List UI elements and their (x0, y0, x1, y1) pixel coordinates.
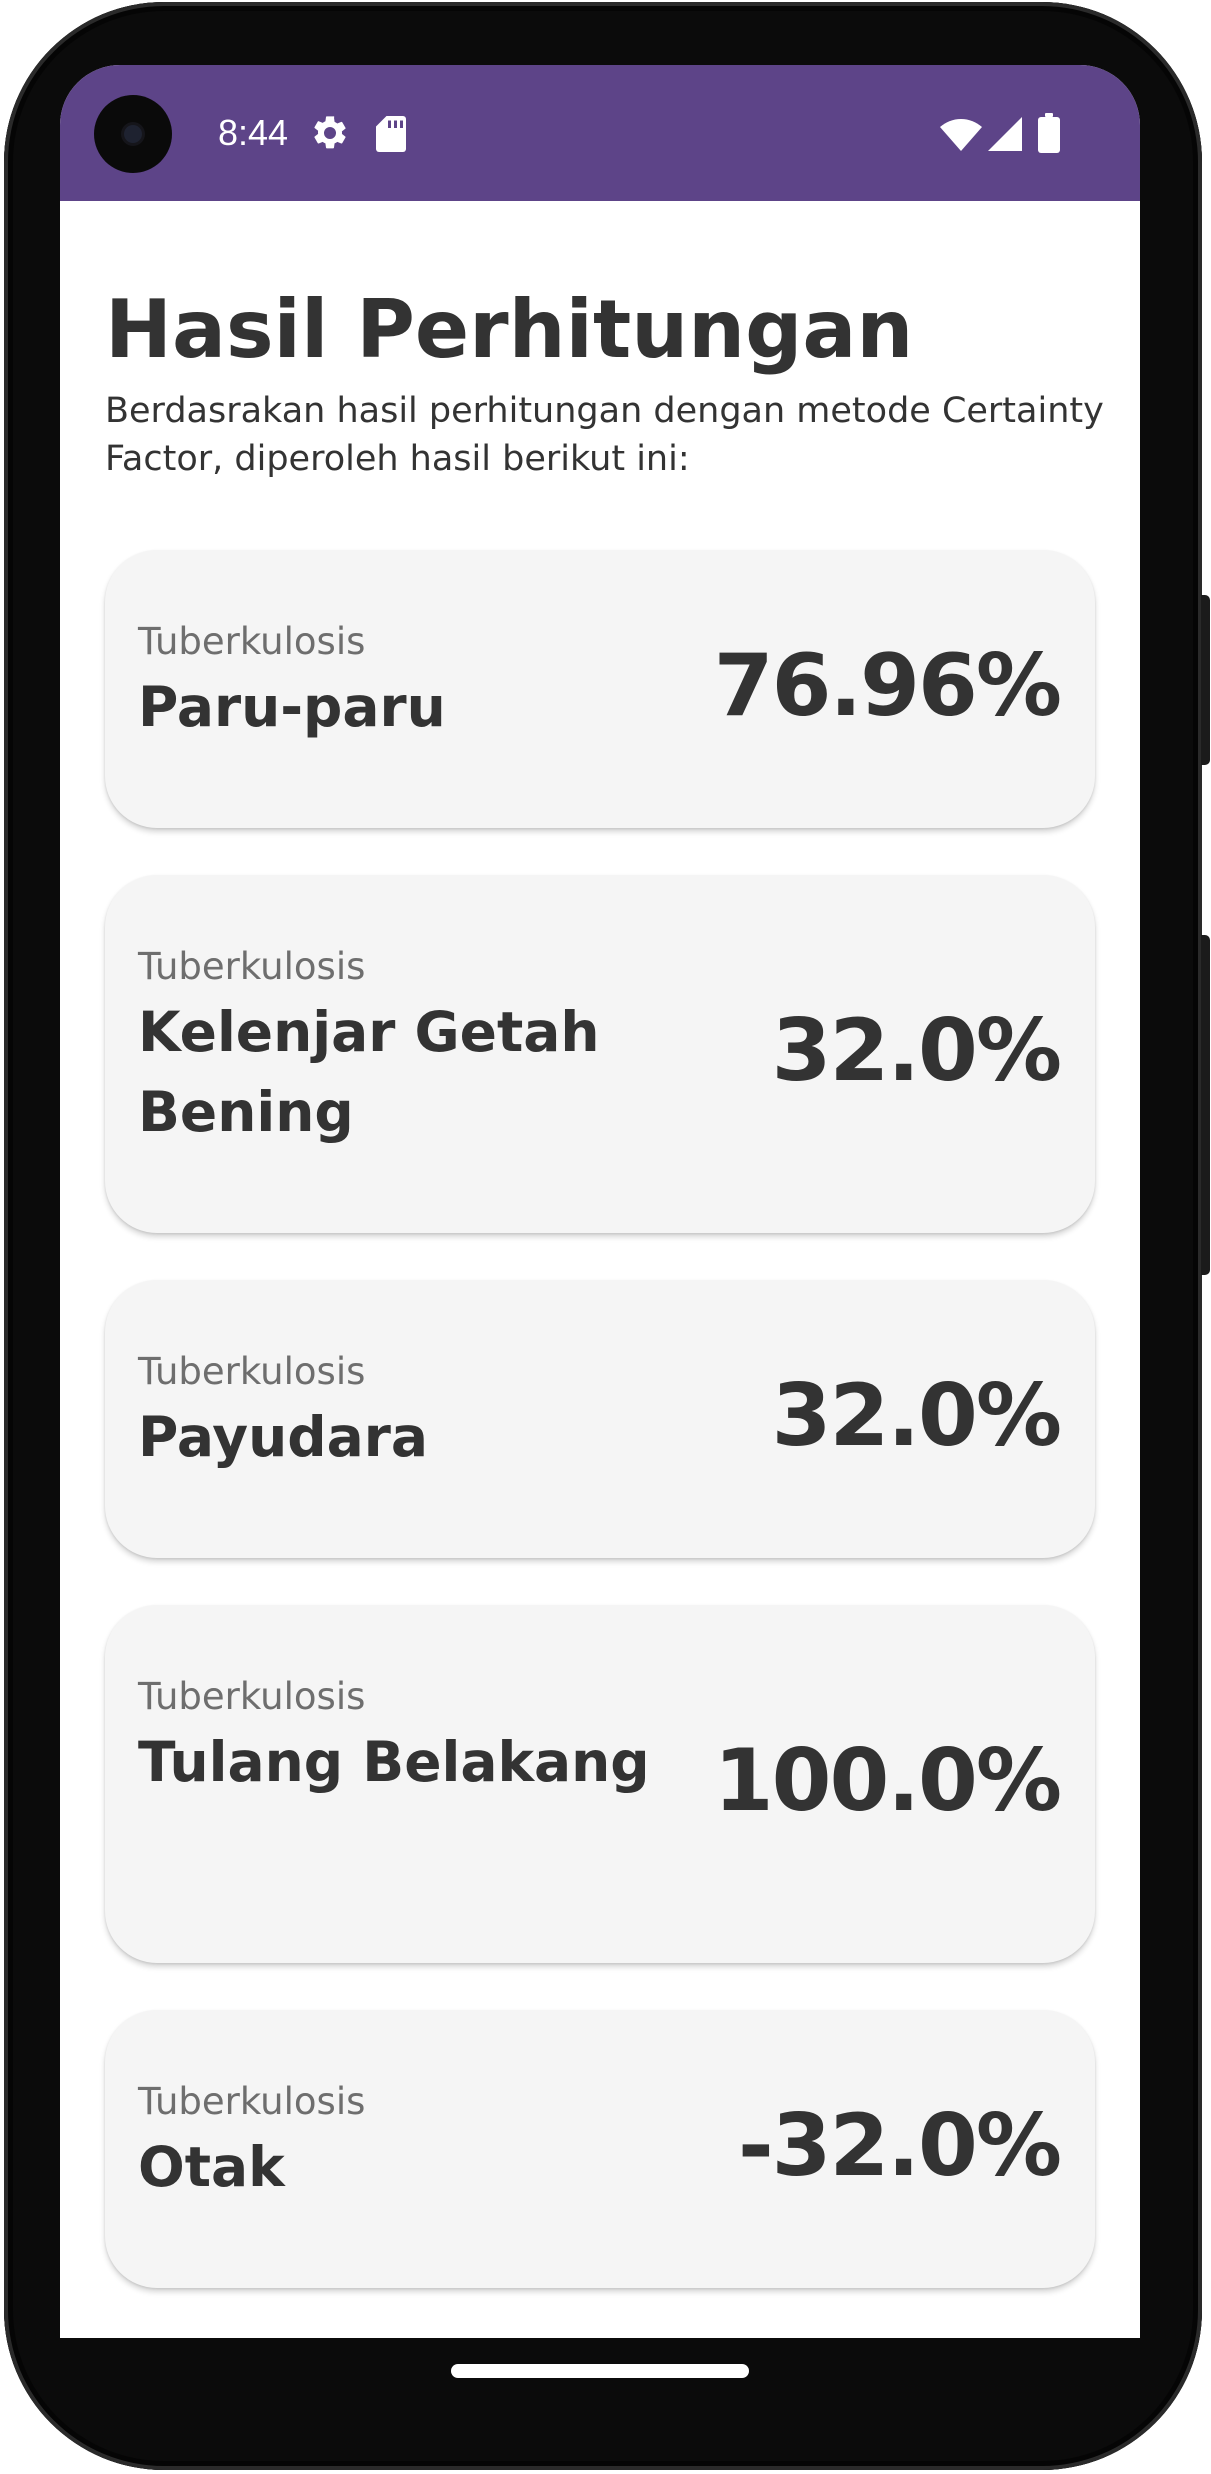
result-name: Paru-paru (138, 675, 446, 739)
result-percentage: 32.0% (771, 1366, 1062, 1466)
settings-icon (314, 116, 346, 149)
home-gesture-handle[interactable] (451, 2364, 749, 2378)
result-text: Tuberkulosis Otak (138, 2077, 698, 2207)
result-card: Tuberkulosis Paru-paru 76.96% (105, 550, 1095, 828)
result-text: Tuberkulosis Tulang Belakang (138, 1672, 698, 1802)
result-card: Tuberkulosis Tulang Belakang 100.0% (105, 1605, 1095, 1963)
result-text: Tuberkulosis Paru-paru (138, 617, 698, 747)
result-percentage: -32.0% (737, 2096, 1062, 2196)
result-category: Tuberkulosis (138, 1350, 366, 1393)
result-name: Kelenjar Getah Bening (138, 1000, 600, 1144)
app-screen: 8:44 Hasil Perhitungan Berdasrakan hasil… (60, 65, 1140, 2338)
result-card: Tuberkulosis Payudara 32.0% (105, 1280, 1095, 1558)
cell-signal-icon (988, 117, 1022, 151)
result-text: Tuberkulosis Payudara (138, 1347, 698, 1477)
result-percentage: 100.0% (713, 1731, 1062, 1831)
power-button (1201, 595, 1210, 765)
result-text: Tuberkulosis Kelenjar Getah Bening (138, 942, 698, 1152)
page-title: Hasil Perhitungan (105, 283, 914, 376)
result-category: Tuberkulosis (138, 2080, 366, 2123)
wifi-icon (940, 119, 982, 151)
result-category: Tuberkulosis (138, 945, 366, 988)
result-card: Tuberkulosis Kelenjar Getah Bening 32.0% (105, 875, 1095, 1233)
result-percentage: 76.96% (713, 636, 1062, 736)
status-time: 8:44 (218, 112, 289, 153)
result-name: Otak (138, 2135, 285, 2199)
volume-button (1201, 935, 1210, 1275)
front-camera (94, 95, 172, 173)
page-subtitle: Berdasrakan hasil perhitungan dengan met… (105, 391, 1104, 479)
status-bar: 8:44 (60, 65, 1140, 201)
result-name: Tulang Belakang (138, 1730, 650, 1794)
result-category: Tuberkulosis (138, 1675, 366, 1718)
battery-icon (1038, 113, 1060, 153)
result-category: Tuberkulosis (138, 620, 366, 663)
result-percentage: 32.0% (771, 1001, 1062, 1101)
result-name: Payudara (138, 1405, 428, 1469)
sd-card-icon (376, 116, 406, 152)
result-card: Tuberkulosis Otak -32.0% (105, 2010, 1095, 2288)
